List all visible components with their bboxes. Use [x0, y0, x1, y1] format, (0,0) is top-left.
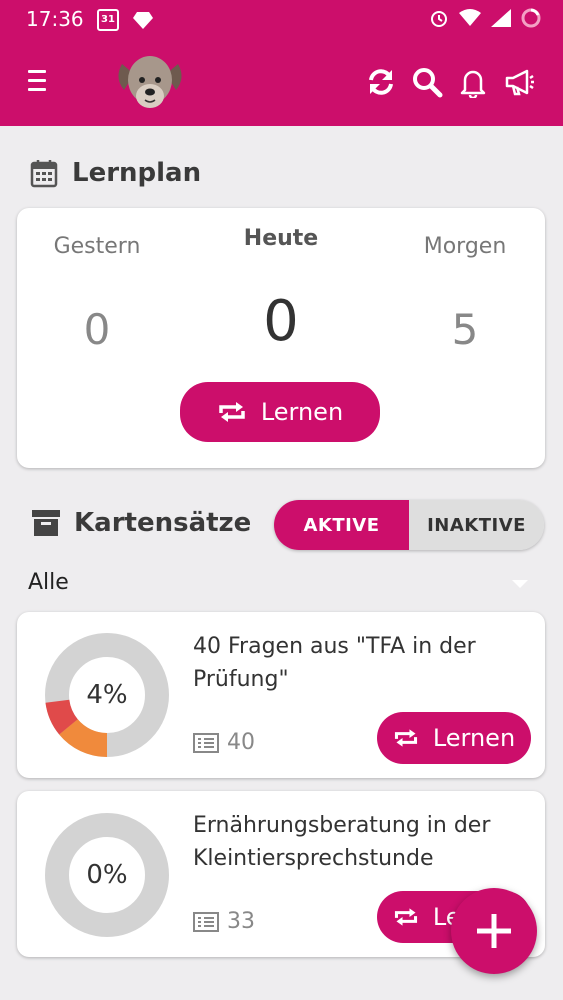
morgen-label: Morgen — [423, 234, 507, 259]
lernplan-header: Lernplan — [30, 158, 201, 188]
morgen-column: Morgen 5 — [405, 234, 525, 354]
battery-icon — [521, 8, 541, 28]
plus-icon — [477, 914, 511, 948]
deck-percent: 0% — [86, 860, 128, 890]
aktive-tab[interactable]: AKTIVE — [274, 500, 409, 550]
deck-count-value: 40 — [227, 730, 255, 755]
repeat-icon — [394, 729, 417, 747]
gestern-label: Gestern — [53, 234, 141, 259]
dog-logo-icon[interactable] — [112, 50, 188, 116]
add-deck-button[interactable] — [451, 888, 537, 974]
progress-donut: 0% — [45, 813, 169, 937]
archive-icon — [32, 510, 60, 536]
card-list-icon — [193, 732, 219, 753]
diamond-notification-icon — [133, 12, 153, 29]
gestern-value: 0 — [83, 305, 111, 354]
calendar-notification-icon: 31 — [97, 9, 119, 31]
wifi-icon — [459, 9, 481, 26]
inaktive-tab[interactable]: INAKTIVE — [409, 500, 544, 550]
deck-card-count: 40 — [193, 730, 255, 755]
heute-value: 0 — [263, 289, 299, 354]
status-time: 17:36 — [26, 7, 84, 31]
progress-donut: 4% — [44, 633, 169, 757]
menu-icon[interactable] — [28, 70, 48, 92]
card-list-icon — [193, 911, 219, 932]
sync-icon[interactable] — [365, 66, 397, 98]
filter-value: Alle — [28, 570, 69, 595]
deck-card[interactable]: 4% 40 Fragen aus "TFA in der Prüfung" 40… — [17, 612, 545, 778]
signal-icon — [491, 9, 511, 27]
repeat-icon — [219, 402, 245, 422]
bell-icon[interactable] — [457, 66, 489, 98]
app-bar — [0, 40, 563, 126]
calendar-icon — [30, 160, 58, 188]
kartensaetze-title: Kartensätze — [74, 508, 252, 538]
deck-title: 40 Fragen aus "TFA in der Prüfung" — [193, 634, 476, 692]
lernplan-lernen-button[interactable]: Lernen — [180, 382, 380, 442]
heute-column: Heute 0 — [221, 226, 341, 354]
deck-title: Ernährungsberatung in der Kleintiersprec… — [193, 813, 491, 871]
deck-lernen-button[interactable]: Lernen — [377, 712, 531, 764]
megaphone-icon[interactable] — [503, 66, 535, 98]
deck-percent: 4% — [86, 680, 128, 710]
dropdown-caret-icon — [512, 580, 528, 588]
repeat-icon — [394, 908, 417, 926]
gestern-column: Gestern 0 — [37, 234, 157, 354]
search-icon[interactable] — [411, 66, 443, 98]
lernplan-card: Gestern 0 Heute 0 Morgen 5 Lernen — [17, 208, 545, 468]
deck-count-value: 33 — [227, 909, 255, 934]
deck-filter-dropdown[interactable]: Alle — [28, 570, 528, 600]
alarm-icon — [431, 11, 447, 27]
heute-label: Heute — [243, 226, 319, 251]
status-bar: 17:36 31 — [0, 0, 563, 40]
active-inactive-toggle: AKTIVE INAKTIVE — [274, 500, 544, 550]
lernplan-title: Lernplan — [72, 158, 202, 188]
deck-lernen-label: Lernen — [432, 724, 516, 752]
lernplan-lernen-label: Lernen — [260, 398, 344, 426]
kartensaetze-header: Kartensätze — [32, 508, 251, 538]
deck-card-count: 33 — [193, 909, 255, 934]
morgen-value: 5 — [451, 305, 479, 354]
